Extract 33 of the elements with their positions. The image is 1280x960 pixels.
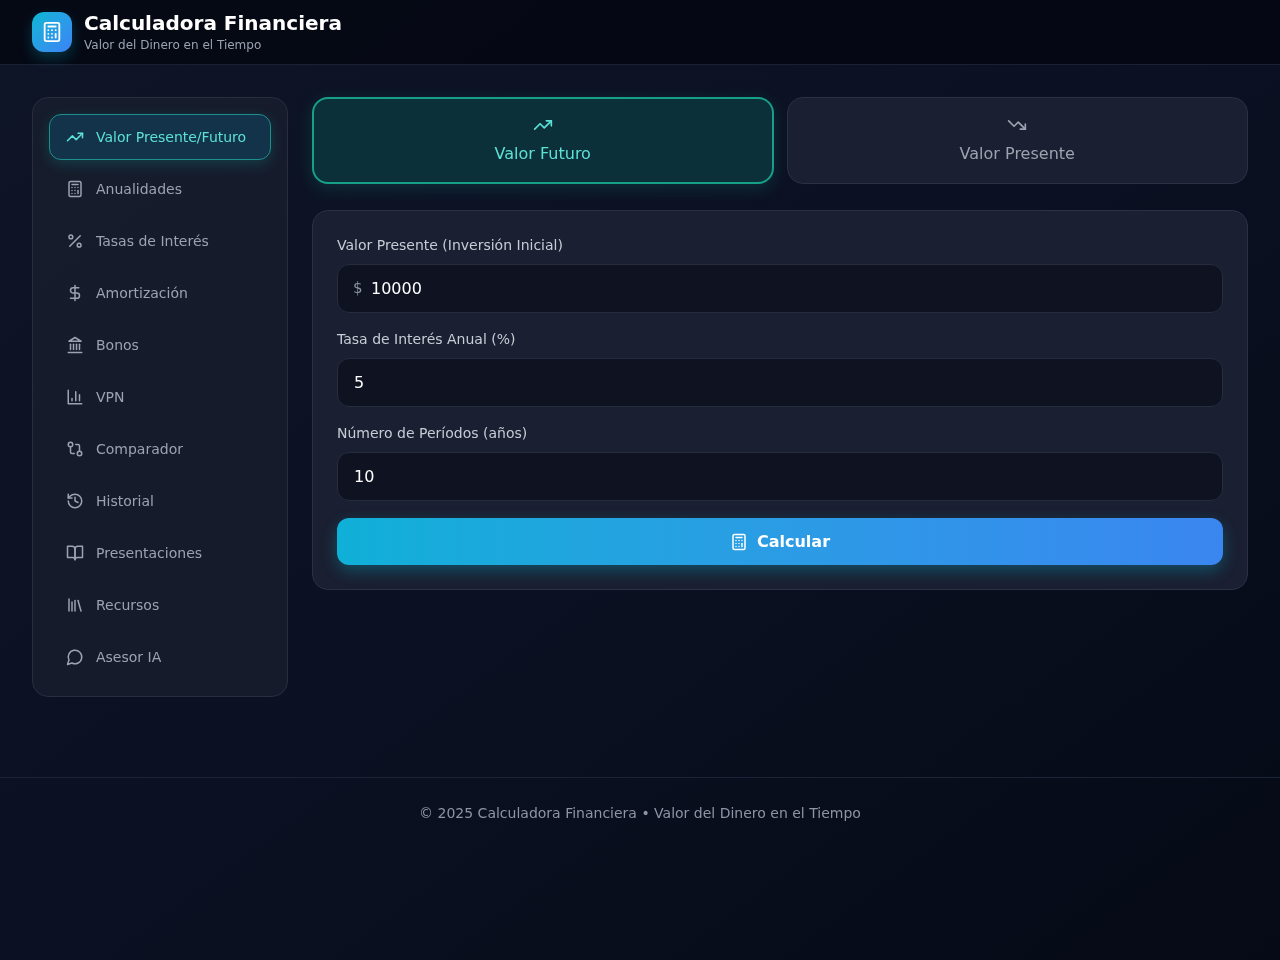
mode-tab[interactable]: Valor Futuro	[312, 97, 774, 184]
app-title: Calculadora Financiera	[84, 11, 342, 35]
history-icon	[66, 492, 84, 510]
calculator-logo-icon	[32, 12, 72, 52]
open-book-icon	[66, 544, 84, 562]
field-label: Valor Presente (Inversión Inicial)	[337, 236, 564, 255]
sidebar-item[interactable]: Historial	[49, 478, 271, 524]
sidebar-item[interactable]: VPN	[49, 374, 271, 420]
library-icon	[66, 596, 84, 614]
calculator-icon	[66, 180, 84, 198]
footer-text: © 2025 Calculadora Financiera • Valor del Dinero en el Tiempo	[419, 804, 861, 823]
input-field[interactable]: 10	[337, 452, 1223, 501]
app-subtitle: Valor del Dinero en el Tiempo	[84, 37, 263, 53]
input-field[interactable]: 5	[337, 358, 1223, 407]
bar-chart-icon	[66, 388, 84, 406]
field-label: Número de Períodos (años)	[337, 424, 529, 443]
sidebar-item[interactable]: Valor Presente/Futuro	[49, 114, 271, 160]
sidebar-item[interactable]: Anualidades	[49, 166, 271, 212]
speech-bubble-icon	[66, 648, 84, 666]
connected-nodes-icon	[66, 440, 84, 458]
field-label: Tasa de Interés Anual (%)	[337, 330, 517, 349]
sidebar-item[interactable]: Comparador	[49, 426, 271, 472]
sidebar-item[interactable]: Recursos	[49, 582, 271, 628]
sidebar-item[interactable]: Tasas de Interés	[49, 218, 271, 264]
sidebar-item[interactable]: Asesor IA	[49, 634, 271, 680]
calculator-icon	[729, 532, 748, 551]
sidebar-item[interactable]: Amortización	[49, 270, 271, 316]
sidebar-item[interactable]: Bonos	[49, 322, 271, 368]
sidebar-item[interactable]: Presentaciones	[49, 530, 271, 576]
currency-symbol: $	[353, 278, 363, 298]
bank-building-icon	[66, 336, 84, 354]
mode-tab[interactable]: Valor Presente	[786, 97, 1248, 184]
percent-icon	[66, 232, 84, 250]
